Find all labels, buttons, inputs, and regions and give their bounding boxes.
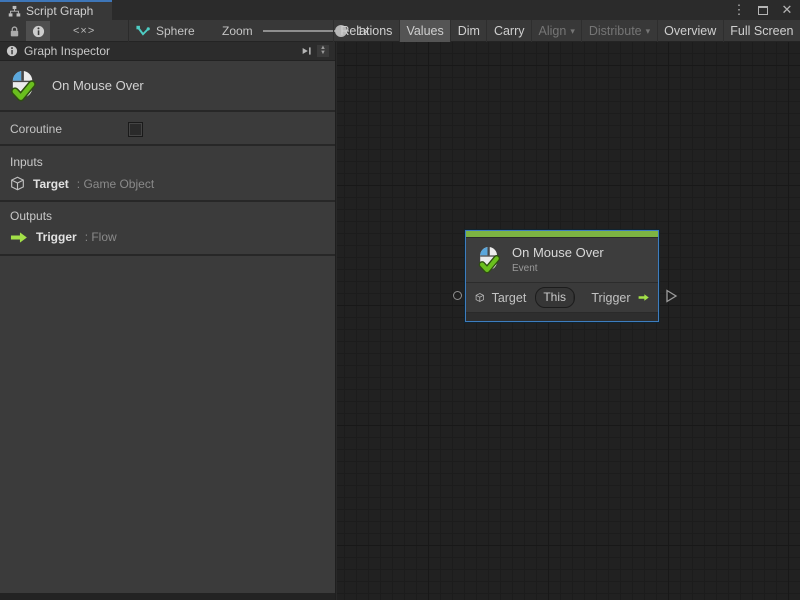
graph-toolbar: <×> Sphere Zoom 1x Relations Values Dim …: [0, 20, 800, 42]
maximize-icon[interactable]: [754, 1, 772, 19]
window-controls: ⋮ ✕: [730, 0, 796, 20]
inputs-section: Inputs Target : Game Object: [0, 148, 335, 202]
panel-bottom-strip: [0, 593, 335, 600]
graph-inspector-header: Graph Inspector ▲ ▼: [0, 42, 335, 61]
inspected-unit-header: On Mouse Over: [0, 61, 335, 112]
code-preview-button[interactable]: <×>: [68, 21, 100, 41]
close-icon[interactable]: ✕: [778, 1, 796, 19]
flow-arrow-icon[interactable]: [638, 291, 649, 304]
node-port-row: Target This Trigger: [466, 282, 658, 312]
graph-owner-icon: [136, 25, 150, 38]
toolbar-separator: [128, 20, 129, 42]
target-value-pill[interactable]: This: [535, 287, 575, 308]
input-name: Target: [33, 177, 69, 191]
fullscreen-button[interactable]: Full Screen: [723, 20, 800, 42]
chevron-down-icon: ▾: [646, 26, 651, 37]
tab-label: Script Graph: [26, 4, 93, 18]
dim-button[interactable]: Dim: [450, 20, 486, 42]
kebab-menu-icon[interactable]: ⋮: [730, 1, 748, 19]
node-header[interactable]: On Mouse Over Event: [466, 238, 658, 282]
coroutine-checkbox[interactable]: [128, 122, 143, 137]
lock-icon: [8, 25, 21, 38]
node-title: On Mouse Over: [512, 245, 604, 260]
carry-button[interactable]: Carry: [486, 20, 531, 42]
cube-icon: [475, 290, 485, 305]
relations-button[interactable]: Relations: [333, 20, 399, 42]
scroll-spinner[interactable]: ▲ ▼: [317, 45, 329, 57]
target-port-label: Target: [492, 291, 527, 305]
graph-owner-label: Sphere: [156, 24, 195, 38]
target-value: This: [536, 288, 573, 307]
spinner-down-icon[interactable]: ▼: [320, 51, 326, 56]
values-button[interactable]: Values: [399, 20, 450, 42]
overview-button[interactable]: Overview: [657, 20, 723, 42]
info-icon: [32, 25, 45, 38]
panel-title: Graph Inspector: [24, 44, 110, 58]
inputs-header: Inputs: [10, 155, 325, 169]
cube-icon: [10, 176, 25, 191]
object-picker-button[interactable]: [573, 288, 575, 307]
node-on-mouse-over[interactable]: On Mouse Over Event Target This Trig: [465, 230, 659, 322]
trigger-port-label: Trigger: [591, 291, 630, 305]
zoom-label: Zoom: [222, 24, 253, 38]
output-port-handle[interactable]: [665, 289, 678, 303]
output-row-trigger: Trigger : Flow: [10, 230, 325, 244]
script-graph-icon: [8, 5, 21, 18]
graph-inspector-panel: Graph Inspector ▲ ▼ On Mouse Over Corout…: [0, 42, 336, 600]
code-icon: <×>: [73, 25, 95, 37]
input-row-target: Target : Game Object: [10, 176, 325, 191]
flow-arrow-icon: [10, 231, 28, 244]
on-mouse-over-icon: [8, 70, 38, 102]
node-subtitle: Event: [512, 263, 604, 274]
toolbar-buttons: Relations Values Dim Carry Align ▾ Distr…: [333, 20, 800, 42]
input-type: : Game Object: [77, 177, 154, 191]
info-icon: [6, 45, 18, 57]
output-type: : Flow: [85, 230, 117, 244]
on-mouse-over-icon: [476, 246, 502, 274]
tab-script-graph[interactable]: Script Graph: [0, 0, 112, 20]
distribute-button[interactable]: Distribute ▾: [581, 20, 656, 42]
node-footer: [466, 312, 658, 321]
outputs-section: Outputs Trigger : Flow: [0, 202, 335, 256]
lock-button[interactable]: [2, 21, 26, 41]
node-event-color-bar: [466, 231, 658, 238]
outputs-header: Outputs: [10, 209, 325, 223]
input-port-handle[interactable]: [453, 291, 462, 300]
unit-title: On Mouse Over: [52, 78, 144, 93]
unity-script-graph-window: { "window": { "tab_label": "Script Graph…: [0, 0, 800, 600]
coroutine-label: Coroutine: [10, 122, 128, 136]
dock-panel-icon[interactable]: [300, 45, 313, 57]
toolbar-left-icons: <×>: [2, 20, 100, 42]
graph-owner-ref[interactable]: Sphere: [136, 20, 195, 42]
output-name: Trigger: [36, 230, 77, 244]
coroutine-row: Coroutine: [0, 114, 335, 146]
inspector-toggle-button[interactable]: [26, 21, 50, 41]
align-button[interactable]: Align ▾: [531, 20, 581, 42]
graph-canvas[interactable]: On Mouse Over Event Target This Trig: [337, 42, 800, 600]
tab-bar: Script Graph ⋮ ✕: [0, 0, 800, 20]
chevron-down-icon: ▾: [570, 26, 575, 37]
